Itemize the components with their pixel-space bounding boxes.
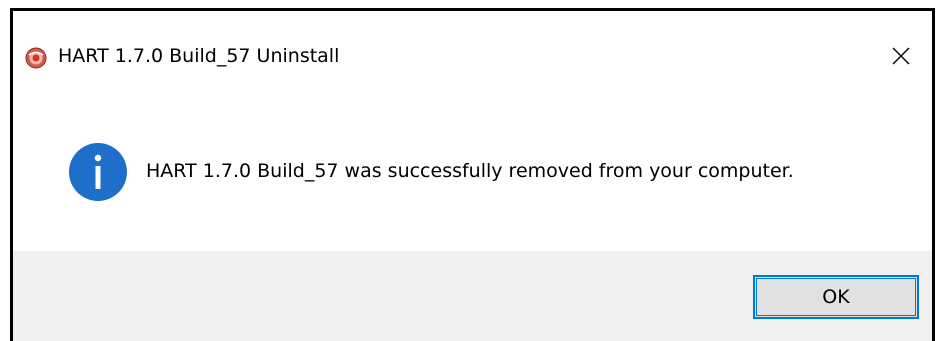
window-title: HART 1.7.0 Build_57 Uninstall xyxy=(58,45,340,67)
ok-button[interactable]: OK xyxy=(753,275,919,319)
message-text: HART 1.7.0 Build_57 was successfully rem… xyxy=(146,160,794,182)
info-icon xyxy=(68,142,128,202)
ok-button-label: OK xyxy=(822,286,850,308)
installer-app-icon xyxy=(25,47,47,69)
close-button[interactable] xyxy=(884,41,918,75)
message-area: HART 1.7.0 Build_57 was successfully rem… xyxy=(13,99,932,251)
title-bar[interactable]: HART 1.7.0 Build_57 Uninstall xyxy=(13,11,932,99)
uninstall-dialog: HART 1.7.0 Build_57 Uninstall HART 1.7.0… xyxy=(10,8,935,341)
close-icon xyxy=(892,47,910,69)
button-bar: OK xyxy=(13,251,932,341)
